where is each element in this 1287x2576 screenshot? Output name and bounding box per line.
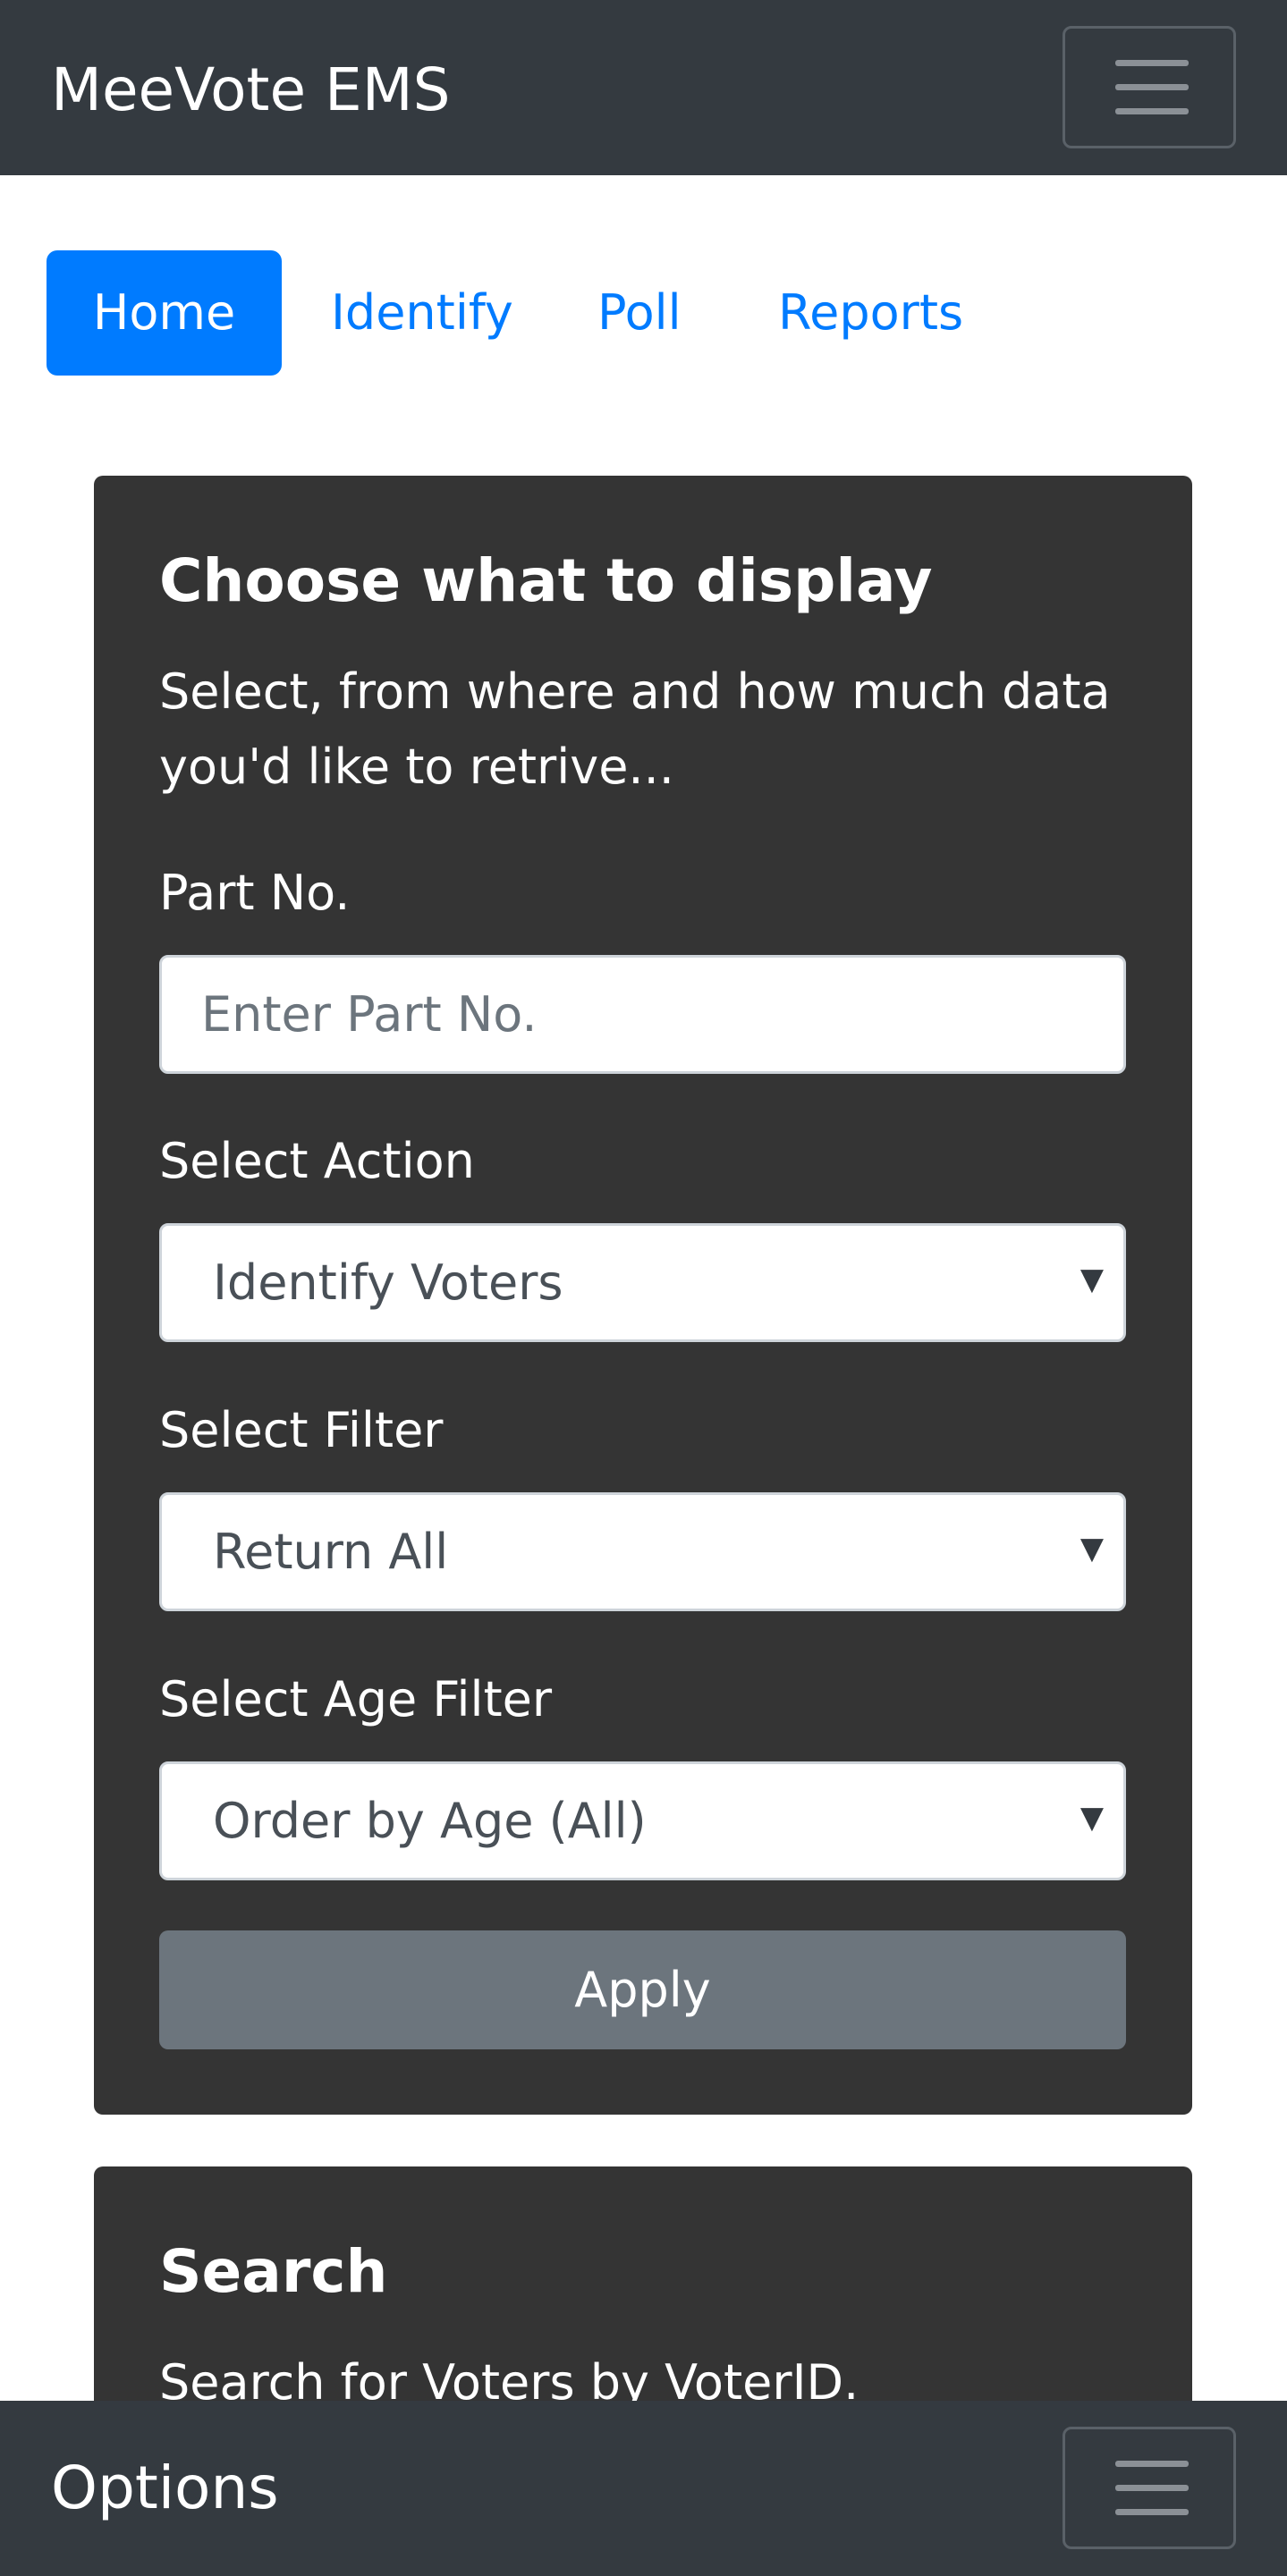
- select-filter-label: Select Filter: [159, 1402, 444, 1458]
- brand-title[interactable]: MeeVote EMS: [51, 52, 451, 129]
- select-action-label: Select Action: [159, 1133, 475, 1189]
- dropdown-caret-icon: ▼: [1080, 1262, 1104, 1297]
- hamburger-menu-icon: [1115, 60, 1189, 66]
- top-navbar: MeeVote EMS: [0, 0, 1287, 175]
- options-toggle-button[interactable]: [1063, 2427, 1236, 2549]
- part-no-label: Part No.: [159, 865, 351, 921]
- tab-identify[interactable]: Identify: [331, 250, 513, 376]
- display-options-card: Choose what to display Select, from wher…: [94, 476, 1192, 2115]
- card-description-line1: Select, from where and how much data: [159, 663, 1111, 720]
- hamburger-menu-icon-bar: [1115, 108, 1189, 114]
- page: MeeVote EMS Home Identify Poll Reports C…: [0, 0, 1287, 2576]
- select-action-dropdown[interactable]: Identify Voters ▼: [159, 1223, 1126, 1342]
- hamburger-menu-icon: [1115, 2461, 1189, 2467]
- card-description-line2: you'd like to retrive...: [159, 739, 674, 795]
- select-age-filter-dropdown[interactable]: Order by Age (All) ▼: [159, 1761, 1126, 1880]
- tab-poll[interactable]: Poll: [597, 250, 682, 376]
- select-age-filter-label: Select Age Filter: [159, 1671, 553, 1727]
- nav-tabs: Home Identify Poll Reports: [0, 250, 1287, 376]
- dropdown-caret-icon: ▼: [1080, 1800, 1104, 1836]
- navbar-toggle-button[interactable]: [1063, 26, 1236, 148]
- options-title[interactable]: Options: [51, 2450, 279, 2527]
- tab-reports[interactable]: Reports: [778, 250, 963, 376]
- dropdown-caret-icon: ▼: [1080, 1531, 1104, 1567]
- apply-button[interactable]: Apply: [159, 1930, 1126, 2049]
- select-age-filter-value: Order by Age (All): [213, 1793, 647, 1849]
- select-filter-value: Return All: [213, 1524, 449, 1580]
- bottom-navbar: Options: [0, 2401, 1287, 2576]
- select-action-value: Identify Voters: [213, 1254, 563, 1311]
- card-title: Choose what to display: [159, 546, 933, 615]
- hamburger-menu-icon-bar: [1115, 2485, 1189, 2491]
- tab-home[interactable]: Home: [47, 250, 282, 376]
- search-card-title: Search: [159, 2237, 388, 2306]
- part-no-input[interactable]: [159, 955, 1126, 1074]
- hamburger-menu-icon-bar: [1115, 2509, 1189, 2515]
- select-filter-dropdown[interactable]: Return All ▼: [159, 1492, 1126, 1611]
- hamburger-menu-icon-bar: [1115, 84, 1189, 90]
